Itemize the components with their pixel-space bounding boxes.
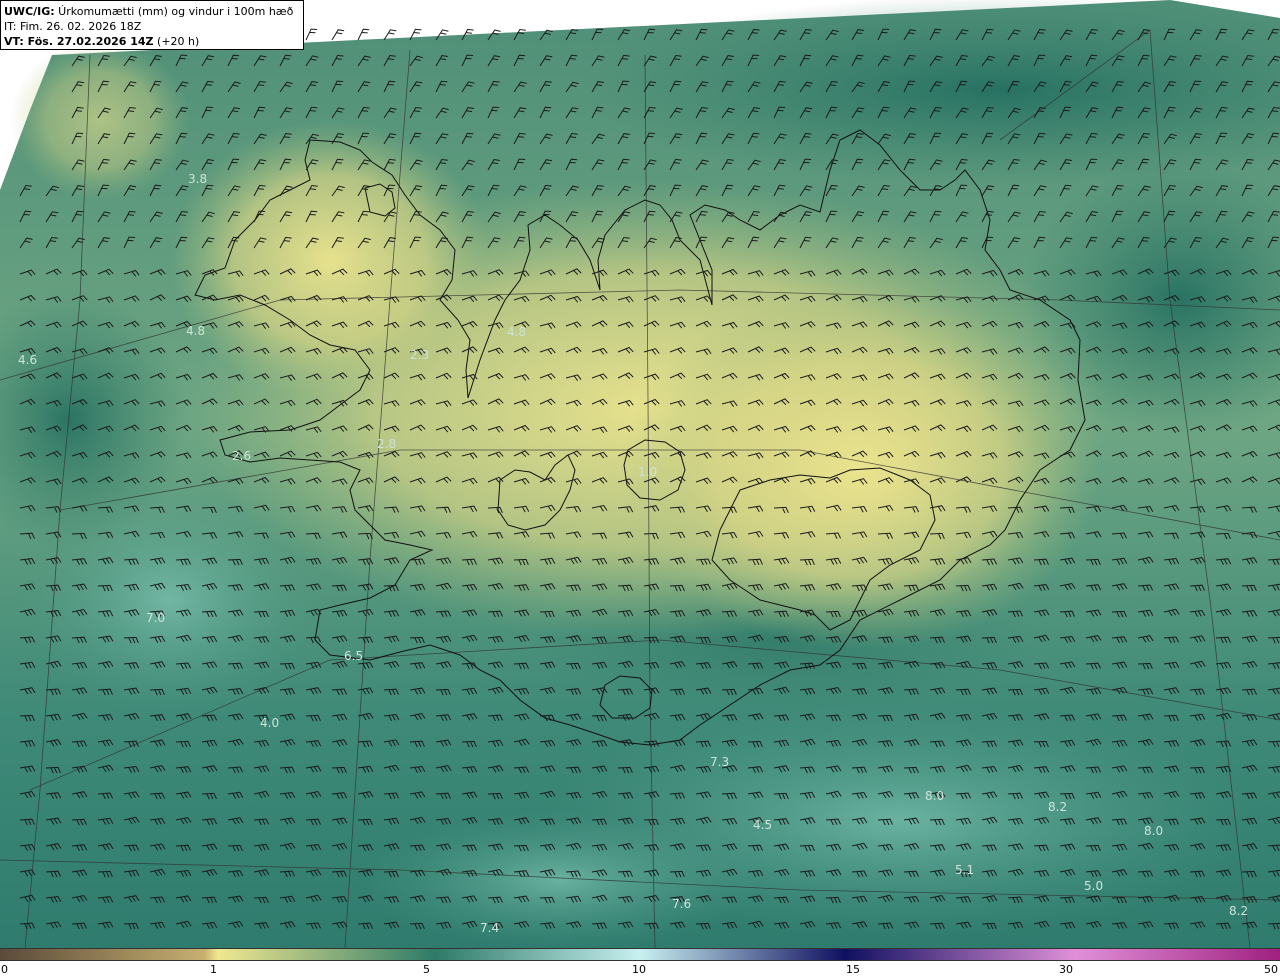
value-label-7-4: 7.4 — [480, 921, 499, 935]
value-label-4-8-north: 4.8 — [507, 325, 526, 339]
valid-time-line: VT: Fös. 27.02.2026 14Z (+20 h) — [4, 34, 300, 49]
value-label-3-8: 3.8 — [188, 172, 207, 186]
value-label-5-0: 5.0 — [1084, 879, 1103, 893]
value-label-8-0-a: 8.0 — [925, 789, 944, 803]
value-label-2-6: 2.6 — [232, 449, 251, 463]
value-label-6-5: 6.5 — [344, 649, 363, 663]
value-label-7-3: 7.3 — [710, 755, 729, 769]
colorbar-tick-10: 10 — [632, 963, 646, 976]
value-label-1-0: 1.0 — [638, 465, 657, 479]
init-time: IT: Fim. 26. 02. 2026 18Z — [4, 20, 142, 33]
product-code: UWC/IG: — [4, 5, 55, 18]
value-label-8-0-b: 8.0 — [1144, 824, 1163, 838]
colorbar: 0 1 5 10 15 30 50 — [0, 948, 1280, 978]
value-label-4-6: 4.6 — [18, 353, 37, 367]
value-label-8-2-a: 8.2 — [1048, 800, 1067, 814]
value-label-5-1: 5.1 — [955, 863, 974, 877]
value-label-2-3: 2.3 — [410, 348, 429, 362]
product-description: Úrkomumætti (mm) og vindur i 100m hæð — [54, 5, 294, 18]
title-line: UWC/IG: Úrkomumætti (mm) og vindur i 100… — [4, 4, 300, 19]
value-label-4-5: 4.5 — [753, 818, 772, 832]
map-title-box: UWC/IG: Úrkomumætti (mm) og vindur i 100… — [0, 0, 304, 50]
colorbar-tick-15: 15 — [846, 963, 860, 976]
colorbar-tick-1: 1 — [210, 963, 217, 976]
valid-time: VT: Fös. 27.02.2026 14Z — [4, 35, 154, 48]
colorbar-tick-30: 30 — [1059, 963, 1073, 976]
value-label-7-6: 7.6 — [672, 897, 691, 911]
lead-time: (+20 h) — [153, 35, 200, 48]
colorbar-tick-5: 5 — [423, 963, 430, 976]
value-label-4-0: 4.0 — [260, 716, 279, 730]
colorbar-tick-0: 0 — [1, 963, 8, 976]
value-label-4-8-west: 4.8 — [186, 324, 205, 338]
colorbar-tick-50: 50 — [1264, 963, 1278, 976]
value-label-8-2-b: 8.2 — [1229, 904, 1248, 918]
value-label-7-0: 7.0 — [146, 611, 165, 625]
precipitation-wind-map[interactable]: 3.8 4.8 4.6 2.3 4.8 2.8 2.6 1.0 7.0 6.5 … — [0, 0, 1280, 948]
value-label-2-8: 2.8 — [377, 437, 396, 451]
colorbar-gradient — [0, 948, 1280, 961]
